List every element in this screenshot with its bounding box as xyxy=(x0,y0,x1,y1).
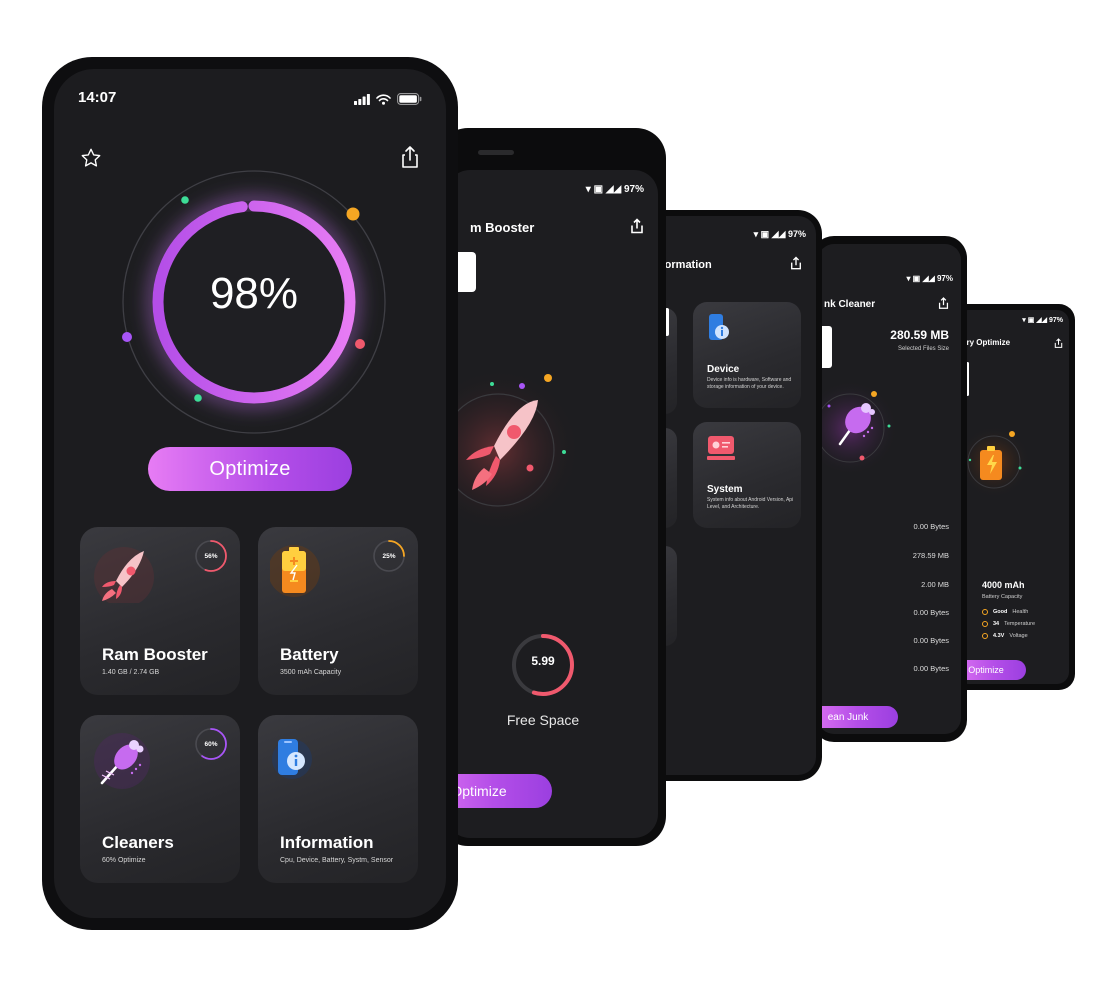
status-bar: 14:07 xyxy=(54,69,446,129)
battery-stats: Good Health 34 Temperature 4.3V Voltage xyxy=(982,606,1035,642)
optimize-button[interactable]: Optimize xyxy=(446,774,552,808)
card-subtitle: Cpu, Device, Battery, Systm, Sensor xyxy=(280,857,394,864)
clean-junk-button[interactable]: ean Junk xyxy=(818,706,898,728)
share-icon[interactable] xyxy=(790,256,802,276)
status-icons: ▾ ▣ ◢◢ xyxy=(1022,317,1049,324)
junk-size: 0.00 Bytes xyxy=(913,664,949,673)
system-title: System xyxy=(707,484,743,495)
stat-row: 4.3V Voltage xyxy=(982,630,1035,642)
share-icon[interactable] xyxy=(1054,336,1063,354)
device-description: Device info is hardware, Software and st… xyxy=(707,377,792,390)
broom-cleaner-icon xyxy=(94,733,150,789)
page-title: nk Cleaner xyxy=(824,299,876,310)
card-title: Information xyxy=(280,833,374,852)
junk-cleaner-screen: ▾ ▣ ◢◢ 97% nk Cleaner 280.59 MB Selected… xyxy=(818,244,961,734)
device-info-icon xyxy=(272,739,312,779)
information-phone: ▾ ▣ ◢◢ 97% formation Device Device info … xyxy=(641,210,822,781)
card-title: Battery xyxy=(280,645,339,664)
stat-row: Good Health xyxy=(982,606,1035,618)
cleaners-progress-ring xyxy=(195,728,227,760)
status-icons: ▾ ▣ ◢◢ xyxy=(906,274,937,283)
page-title: ery Optimize xyxy=(962,338,1011,347)
information-screen: ▾ ▣ ◢◢ 97% formation Device Device info … xyxy=(647,216,816,775)
share-icon[interactable] xyxy=(938,297,949,315)
optimize-button[interactable]: Optimize xyxy=(148,447,352,491)
system-description: System info about Android Version, Api L… xyxy=(707,497,794,510)
battery-progress-ring xyxy=(373,540,405,572)
junk-size: 278.59 MB xyxy=(912,551,949,560)
optimization-percent: 98% xyxy=(209,269,299,318)
card-subtitle: 60% Optimize xyxy=(102,857,146,864)
cleaner-gauge xyxy=(818,380,898,476)
share-icon[interactable] xyxy=(630,218,644,240)
favorite-star-icon[interactable] xyxy=(80,147,102,174)
junk-size: 0.00 Bytes xyxy=(913,608,949,617)
stat-label: Voltage xyxy=(1009,633,1028,639)
signal-icon xyxy=(354,93,370,105)
share-icon[interactable] xyxy=(400,145,420,174)
junk-size: 2.00 MB xyxy=(921,580,949,589)
junk-cleaner-phone: ▾ ▣ ◢◢ 97% nk Cleaner 280.59 MB Selected… xyxy=(812,236,967,742)
battery-percent: 97% xyxy=(1048,317,1063,324)
free-space-label: Free Space xyxy=(506,712,580,728)
stat-value: Good xyxy=(993,609,1008,615)
earpiece xyxy=(478,150,514,155)
ram-progress-ring xyxy=(195,540,227,572)
stat-value: 4.3V xyxy=(993,633,1005,639)
status-time: 14:07 xyxy=(78,89,117,106)
cleaners-card[interactable]: 60% Cleaners 60% Optimize xyxy=(80,715,240,883)
system-icon xyxy=(707,436,735,460)
status-icons xyxy=(354,93,422,105)
wifi-icon xyxy=(376,93,391,105)
main-screen: 14:07 98% Optimize 56% Ram Booster 1.40 … xyxy=(54,69,446,918)
battery-capacity-value: 4000 mAh xyxy=(982,580,1025,590)
main-phone: 14:07 98% Optimize 56% Ram Booster 1.40 … xyxy=(42,57,458,930)
status-icons: ▾ ▣ ◢◢ xyxy=(585,184,624,195)
ram-booster-phone: ▾ ▣ ◢◢ 97% m Booster 5.99 Free Space Opt… xyxy=(438,128,666,846)
stat-dot xyxy=(982,633,988,639)
battery-optimize-screen: ▾ ▣ ◢◢ 97% ery Optimize 4000 mAh Battery… xyxy=(956,310,1069,684)
rocket-icon xyxy=(94,547,154,603)
card-title: Cleaners xyxy=(102,833,174,852)
battery-percent: 97% xyxy=(936,274,953,283)
status-bar: ▾ ▣ ◢◢ 97% xyxy=(754,229,806,240)
selected-size-value: 280.59 MB xyxy=(890,328,949,342)
page-title: m Booster xyxy=(470,220,535,235)
ram-gauge xyxy=(446,368,580,532)
status-bar: ▾ ▣ ◢◢ 97% xyxy=(906,274,953,283)
status-bar: ▾ ▣ ◢◢ 97% xyxy=(586,184,644,195)
card-title: Ram Booster xyxy=(102,645,208,664)
status-bar: ▾ ▣ ◢◢ 97% xyxy=(1022,316,1063,324)
stat-dot xyxy=(982,609,988,615)
selected-size-label: Selected Files Size xyxy=(897,346,949,352)
system-card[interactable]: System System info about Android Version… xyxy=(693,422,801,528)
battery-gauge xyxy=(960,426,1030,498)
battery-optimize-phone: ▾ ▣ ◢◢ 97% ery Optimize 4000 mAh Battery… xyxy=(950,304,1075,690)
device-icon xyxy=(709,314,729,340)
ram-booster-card[interactable]: 56% Ram Booster 1.40 GB / 2.74 GB xyxy=(80,527,240,695)
ram-booster-screen: ▾ ▣ ◢◢ 97% m Booster 5.99 Free Space Opt… xyxy=(446,170,658,838)
battery-card[interactable]: 25% Battery 3500 mAh Capacity xyxy=(258,527,418,695)
stat-dot xyxy=(982,621,988,627)
page-title: formation xyxy=(661,259,712,271)
free-space-value: 5.99 xyxy=(531,654,555,668)
status-icons: ▾ ▣ ◢◢ xyxy=(753,229,788,239)
card-subtitle: 1.40 GB / 2.74 GB xyxy=(102,669,160,676)
stat-value: 34 xyxy=(993,621,1000,627)
stat-label: Temperature xyxy=(1004,621,1036,627)
battery-icon xyxy=(397,93,422,105)
information-card[interactable]: Information Cpu, Device, Battery, Systm,… xyxy=(258,715,418,883)
device-card[interactable]: Device Device info is hardware, Software… xyxy=(693,302,801,408)
battery-percent: 97% xyxy=(623,184,644,195)
battery-charge-icon xyxy=(270,545,320,597)
battery-percent: 97% xyxy=(787,229,806,239)
junk-size: 0.00 Bytes xyxy=(913,636,949,645)
stat-row: 34 Temperature xyxy=(982,618,1035,630)
junk-size: 0.00 Bytes xyxy=(913,522,949,531)
card-subtitle: 3500 mAh Capacity xyxy=(280,669,342,676)
device-title: Device xyxy=(707,364,740,375)
stat-label: Health xyxy=(1012,609,1029,615)
battery-capacity-label: Battery Capacity xyxy=(982,594,1023,600)
